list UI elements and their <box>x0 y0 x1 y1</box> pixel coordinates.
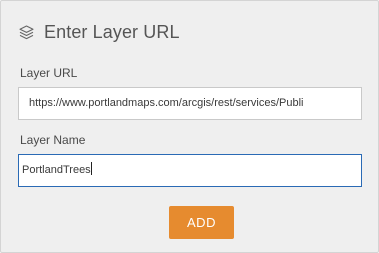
add-button[interactable]: ADD <box>169 206 234 239</box>
layer-name-label: Layer Name <box>20 133 86 147</box>
panel-header: Enter Layer URL <box>18 20 180 44</box>
panel-title: Enter Layer URL <box>44 21 180 42</box>
layer-url-input[interactable]: https://www.portlandmaps.com/arcgis/rest… <box>18 87 362 120</box>
layers-icon <box>18 24 35 41</box>
layer-name-value: PortlandTrees <box>22 164 91 176</box>
layer-name-input[interactable]: PortlandTrees <box>18 154 362 187</box>
add-layer-panel: Enter Layer URL Layer URL https://www.po… <box>0 0 379 253</box>
layer-url-label: Layer URL <box>20 66 78 80</box>
text-caret <box>90 162 92 175</box>
